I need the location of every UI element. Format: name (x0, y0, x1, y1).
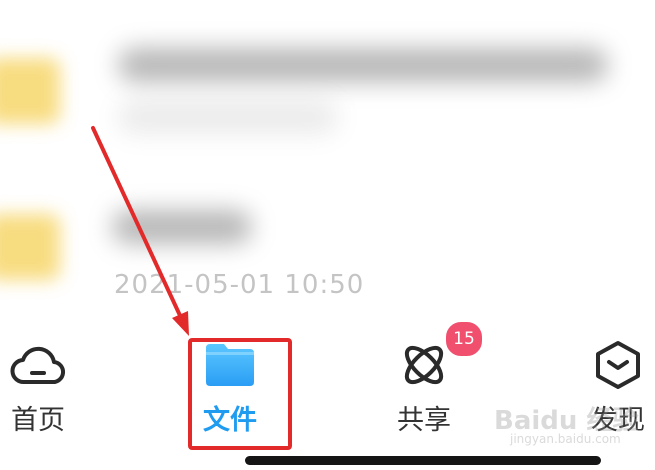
tab-home-label: 首页 (11, 405, 65, 436)
blurred-file-meta (118, 100, 338, 134)
bottom-tab-bar: 首页 文件 共享 发现 (0, 318, 655, 470)
hexagon-icon (596, 341, 640, 389)
file-icon (0, 214, 60, 280)
blurred-file-name (118, 48, 608, 82)
file-date: 2021-05-01 10:50 (114, 270, 365, 300)
blurred-file-name (112, 210, 252, 244)
home-indicator[interactable] (245, 456, 601, 465)
share-count-badge: 15 (444, 320, 484, 358)
atom-icon (404, 345, 444, 385)
cloud-icon (10, 346, 65, 385)
watermark-url: jingyan.baidu.com (510, 432, 621, 446)
tab-share-label: 共享 (397, 405, 451, 436)
file-list: 2021-05-01 10:50 (0, 0, 655, 310)
file-icon (0, 58, 60, 124)
tab-home[interactable]: 首页 (0, 318, 98, 438)
annotation-highlight-box (188, 338, 292, 450)
